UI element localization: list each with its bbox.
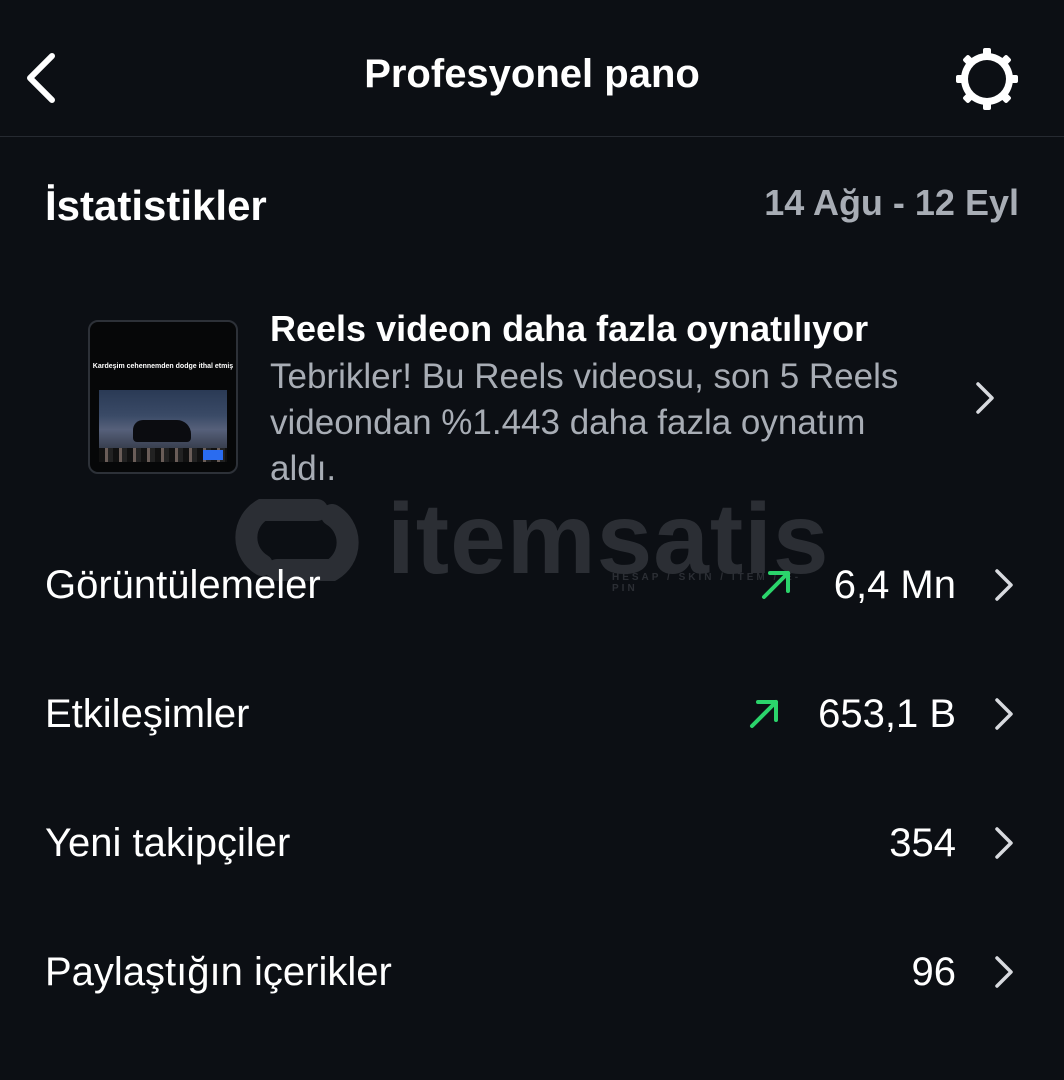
trend-up-icon (762, 571, 790, 599)
chevron-right-icon (995, 956, 1013, 988)
statistics-heading: İstatistikler (45, 182, 267, 229)
metric-label: Paylaştığın içerikler (45, 950, 392, 994)
metric-label: Yeni takipçiler (45, 821, 291, 865)
metric-label: Görüntülemeler (45, 563, 321, 607)
metric-value: 354 (889, 821, 956, 865)
metric-row-interactions[interactable]: Etkileşimler 653,1 B (0, 664, 1064, 764)
chevron-right-icon (995, 698, 1013, 730)
blue-sign-shape (203, 450, 223, 460)
metric-row-new-followers[interactable]: Yeni takipçiler 354 (0, 793, 1064, 893)
metric-value: 653,1 B (818, 692, 956, 736)
chevron-right-icon (976, 382, 994, 414)
metric-label: Etkileşimler (45, 692, 250, 736)
thumbnail-caption: Kardeşim cehennemden dodge ithal etmiş (92, 363, 234, 370)
insight-body: Tebrikler! Bu Reels videosu, son 5 Reels… (270, 357, 899, 488)
page-title: Profesyonel pano (364, 52, 700, 96)
thumbnail-image (99, 390, 227, 462)
reels-insight-card[interactable]: Kardeşim cehennemden dodge ithal etmiş R… (88, 300, 1028, 490)
chevron-right-icon (995, 827, 1013, 859)
trend-up-icon (750, 700, 778, 728)
professional-dashboard: Profesyonel pano İstatistikler 14 Ağu - (0, 0, 1064, 1080)
metric-value: 96 (911, 950, 957, 994)
reel-thumbnail: Kardeşim cehennemden dodge ithal etmiş (88, 320, 238, 474)
gear-icon (956, 48, 1018, 110)
metric-row-views[interactable]: Görüntülemeler 6,4 Mn (0, 535, 1064, 635)
metric-value: 6,4 Mn (833, 563, 956, 607)
header-bar: Profesyonel pano (0, 0, 1064, 137)
settings-button[interactable] (952, 44, 1022, 114)
metric-row-shared-content[interactable]: Paylaştığın içerikler 96 (0, 922, 1064, 1022)
car-shape (133, 420, 191, 442)
date-range[interactable]: 14 Ağu - 12 Eyl (764, 182, 1019, 224)
insight-title: Reels videon daha fazla oynatılıyor (270, 308, 869, 349)
chevron-right-icon (995, 569, 1013, 601)
